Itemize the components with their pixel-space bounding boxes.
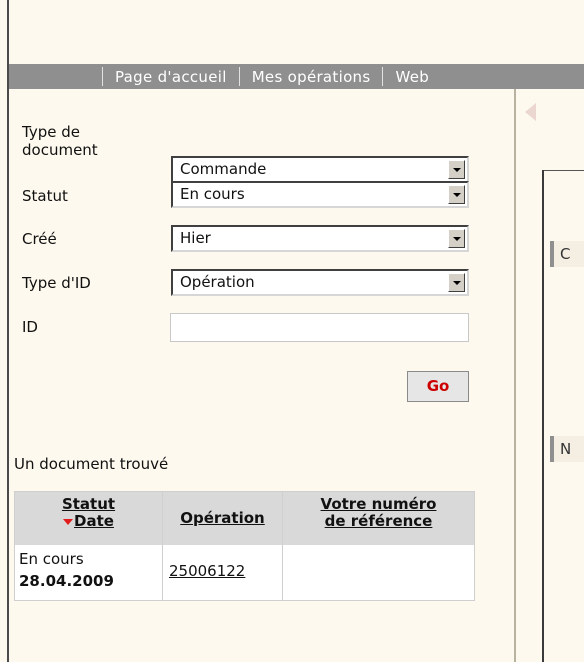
id-input[interactable]: [170, 313, 469, 342]
header-reference-line2: de référence: [324, 512, 433, 530]
dropdown-arrow-icon[interactable]: [448, 229, 465, 248]
sort-descending-icon: [63, 518, 74, 525]
side-tab-c[interactable]: C: [550, 241, 584, 267]
document-type-label-line2: document: [22, 141, 98, 159]
side-tab-n[interactable]: N: [550, 436, 584, 462]
id-label: ID: [22, 318, 38, 336]
nav-my-operations-link[interactable]: Mes opérations: [242, 68, 381, 86]
header-area: [9, 0, 584, 64]
header-date-label: Date: [74, 512, 114, 530]
go-button[interactable]: Go: [407, 371, 469, 402]
document-type-label: Type de document: [22, 123, 98, 159]
dropdown-arrow-icon[interactable]: [448, 185, 465, 204]
results-table: Statut Date Opération Votre numéro de ré…: [14, 491, 475, 601]
top-navigation: Page d'accueil Mes opérations Web: [9, 64, 584, 89]
nav-home-link[interactable]: Page d'accueil: [105, 68, 237, 86]
created-select[interactable]: Hier: [171, 225, 469, 252]
status-value: En cours: [180, 185, 245, 203]
created-label: Créé: [22, 230, 57, 248]
nav-separator: [102, 67, 103, 86]
side-panel: [516, 89, 584, 662]
header-reference[interactable]: Votre numéro de référence: [283, 492, 474, 545]
created-value: Hier: [180, 229, 211, 247]
status-label: Statut: [22, 187, 68, 205]
header-reference-line1: Votre numéro: [320, 495, 437, 513]
document-type-value: Commande: [180, 160, 267, 178]
status-select[interactable]: En cours: [171, 181, 469, 208]
id-type-value: Opération: [180, 273, 255, 291]
results-summary: Un document trouvé: [14, 455, 169, 473]
side-vertical-line: [542, 170, 544, 662]
dropdown-arrow-icon[interactable]: [448, 160, 465, 179]
document-type-select[interactable]: Commande: [171, 156, 469, 183]
dropdown-arrow-icon[interactable]: [448, 273, 465, 292]
id-type-label: Type d'ID: [22, 274, 91, 292]
row-operation-link[interactable]: 25006122: [169, 562, 245, 580]
header-operation[interactable]: Opération: [163, 492, 282, 545]
id-type-select[interactable]: Opération: [171, 269, 469, 296]
row-status: En cours: [19, 550, 84, 568]
header-date[interactable]: Date: [15, 513, 162, 530]
nav-separator: [382, 67, 384, 86]
document-type-label-line1: Type de: [22, 123, 80, 141]
nav-web-link[interactable]: Web: [385, 68, 439, 86]
header-status-date[interactable]: Statut Date: [15, 492, 162, 545]
header-status[interactable]: Statut: [15, 496, 162, 513]
nav-separator: [238, 67, 240, 86]
collapse-left-icon[interactable]: [525, 103, 536, 121]
row-date: 28.04.2009: [19, 572, 114, 590]
side-divider-line: [544, 170, 584, 171]
